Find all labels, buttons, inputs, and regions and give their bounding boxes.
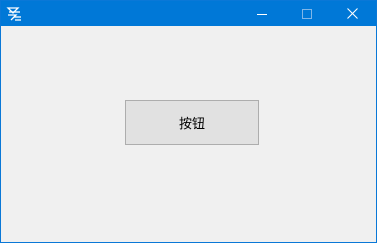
maximize-button[interactable] [284,1,329,26]
title-bar[interactable] [1,1,376,26]
close-button[interactable] [330,1,375,26]
main-button[interactable]: 按钮 [125,100,259,145]
client-area: 按钮 [1,26,376,242]
close-icon [347,4,358,23]
minimize-button[interactable] [239,1,284,26]
app-window: 按钮 [0,0,377,243]
minimize-icon [256,4,267,23]
main-button-label: 按钮 [178,117,205,132]
app-logo-icon [6,5,23,22]
maximize-icon [301,4,312,23]
